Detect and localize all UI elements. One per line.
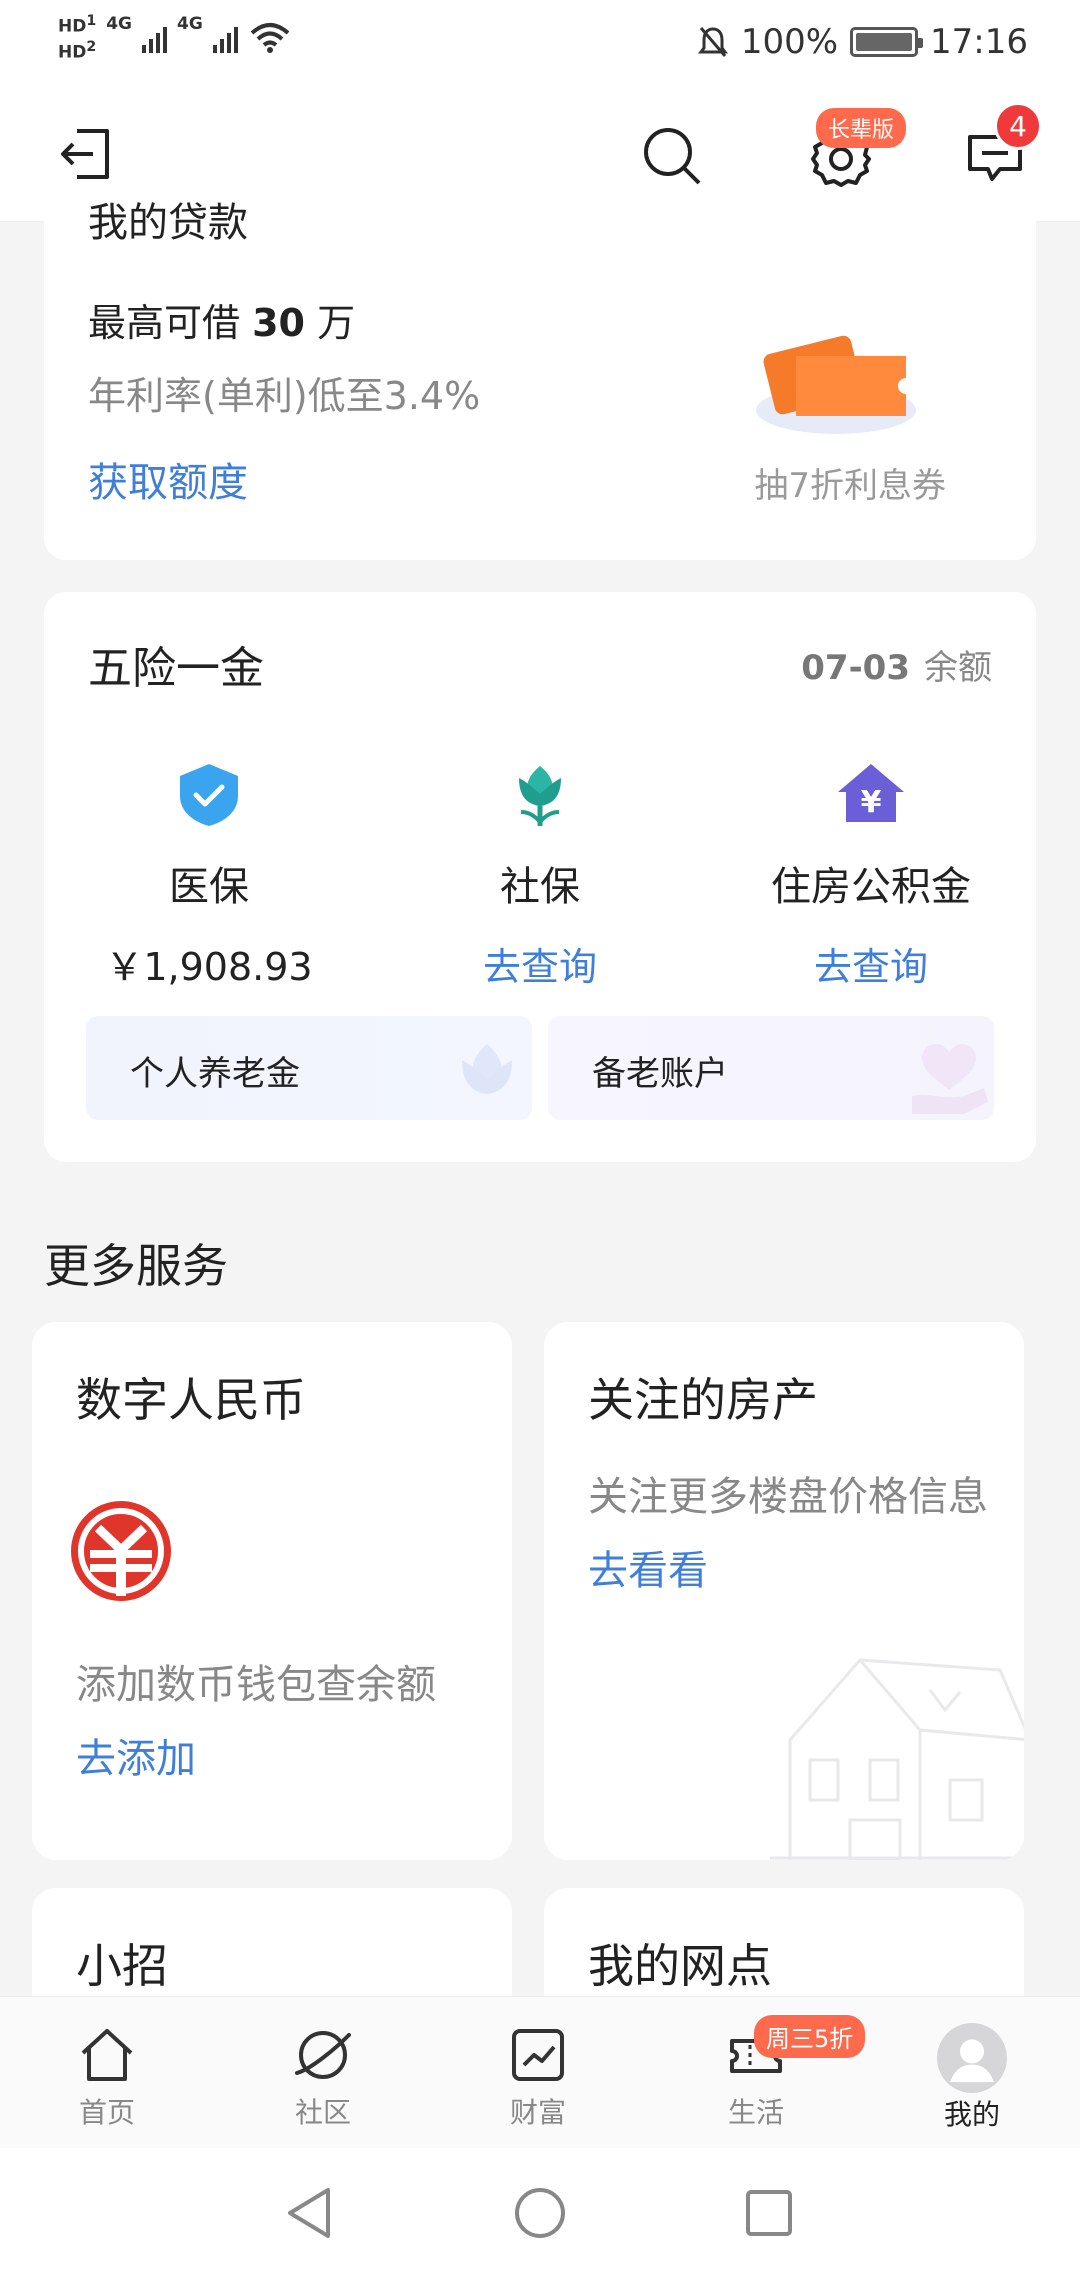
tab-home-label: 首页	[78, 2096, 135, 2129]
tab-mine[interactable]: 我的	[902, 2023, 1042, 2133]
more-services-title: 更多服务	[44, 1239, 228, 1293]
tab-wealth-label: 财富	[509, 2096, 566, 2129]
tab-mine-label: 我的	[943, 2098, 1000, 2131]
search-button[interactable]	[640, 124, 704, 188]
tulip-watermark-icon	[462, 1044, 512, 1094]
recents-square-icon[interactable]	[744, 2188, 794, 2238]
xiaozhao-title: 小招	[76, 1939, 168, 1993]
digital-rmb-desc: 添加数币钱包查余额	[76, 1662, 436, 1708]
status-bar: HD1 HD2 4G 4G 100% 17:16	[0, 0, 1080, 92]
home-circle-icon[interactable]	[513, 2186, 567, 2240]
personal-pension-label: 个人养老金	[130, 1054, 300, 1094]
life-promo-badge: 周三5折	[754, 2015, 866, 2058]
network-type-1: 4G	[106, 14, 132, 34]
social-security-item[interactable]: 社保 去查询	[375, 760, 705, 991]
signal-icon	[142, 23, 167, 53]
followed-property-card[interactable]: 关注的房产 关注更多楼盘价格信息 去看看	[544, 1322, 1024, 1860]
followed-property-title: 关注的房产	[588, 1373, 818, 1427]
housing-fund-query-link[interactable]: 去查询	[706, 936, 1036, 991]
coupon-text[interactable]: 抽7折利息券	[754, 458, 946, 507]
clock: 17:16	[930, 22, 1028, 62]
system-nav-bar	[0, 2148, 1080, 2280]
elder-mode-badge[interactable]: 长辈版	[816, 108, 907, 148]
elder-account-tile[interactable]: 备老账户	[548, 1016, 994, 1120]
heart-hand-watermark-icon	[912, 1044, 988, 1114]
insurance-card: 五险一金 07-03 余额 医保 ￥1,908.93 社保 去查询 ¥ 住房公积金…	[44, 592, 1036, 1162]
tab-home[interactable]: 首页	[37, 2023, 177, 2131]
mute-bell-icon	[697, 27, 728, 57]
social-label: 社保	[500, 864, 580, 910]
hd-indicator: HD1 HD2	[58, 13, 97, 63]
loan-card[interactable]: 我的贷款 最高可借 30 万 年利率(单利)低至3.4% 获取额度 抽7折利息券	[44, 200, 1036, 560]
digital-rmb-title: 数字人民币	[76, 1373, 306, 1427]
tab-community-label: 社区	[294, 2096, 351, 2129]
loan-card-title: 我的贷款	[88, 200, 248, 246]
ecny-logo-icon	[71, 1501, 171, 1601]
signal-icon-2	[212, 23, 238, 53]
house-yuan-icon: ¥	[838, 764, 904, 822]
house-watermark-icon	[770, 1657, 1024, 1860]
trend-chart-icon	[512, 2029, 564, 2081]
tab-wealth[interactable]: 财富	[468, 2023, 608, 2131]
logout-icon	[61, 129, 109, 179]
digital-rmb-card[interactable]: 数字人民币 添加数币钱包查余额 去添加	[32, 1322, 512, 1860]
planet-icon	[295, 2031, 351, 2079]
message-count-badge: 4	[994, 102, 1042, 150]
search-icon	[644, 128, 701, 185]
tab-community[interactable]: 社区	[253, 2023, 393, 2131]
followed-property-desc: 关注更多楼盘价格信息	[588, 1474, 988, 1520]
insurance-title: 五险一金	[88, 643, 264, 694]
medical-insurance-item[interactable]: 医保 ￥1,908.93	[44, 760, 374, 991]
network-type-2: 4G	[177, 14, 203, 34]
elder-account-label: 备老账户	[592, 1054, 728, 1094]
battery-percent: 100%	[740, 22, 839, 62]
bottom-tab-bar: 首页 社区 财富 生活 周三5折 我的	[0, 1996, 1080, 2148]
housing-fund-label: 住房公积金	[771, 864, 971, 910]
medical-label: 医保	[169, 864, 249, 910]
loan-rate: 年利率(单利)低至3.4%	[88, 374, 481, 418]
personal-pension-tile[interactable]: 个人养老金	[86, 1016, 532, 1120]
my-branch-title: 我的网点	[588, 1939, 772, 1993]
social-query-link[interactable]: 去查询	[375, 936, 705, 991]
coupon-icon	[756, 335, 916, 434]
shield-check-icon	[180, 764, 238, 826]
insurance-meta[interactable]: 07-03 余额	[801, 640, 992, 689]
loan-max-amount: 最高可借 30 万	[88, 301, 356, 345]
followed-property-view-link[interactable]: 去看看	[588, 1538, 708, 1596]
back-triangle-icon[interactable]	[284, 2186, 334, 2240]
svg-text:¥: ¥	[861, 785, 882, 820]
wifi-icon	[250, 22, 290, 53]
digital-rmb-add-link[interactable]: 去添加	[76, 1726, 196, 1784]
avatar-icon	[937, 2023, 1007, 2093]
home-icon	[81, 2029, 133, 2081]
housing-fund-item[interactable]: ¥ 住房公积金 去查询	[706, 760, 1036, 991]
tulip-icon	[519, 766, 561, 826]
battery-icon	[850, 27, 924, 57]
get-credit-link[interactable]: 获取额度	[88, 450, 248, 508]
exit-button[interactable]	[56, 124, 116, 184]
medical-value: ￥1,908.93	[105, 945, 313, 989]
tab-life-label: 生活	[727, 2096, 784, 2129]
